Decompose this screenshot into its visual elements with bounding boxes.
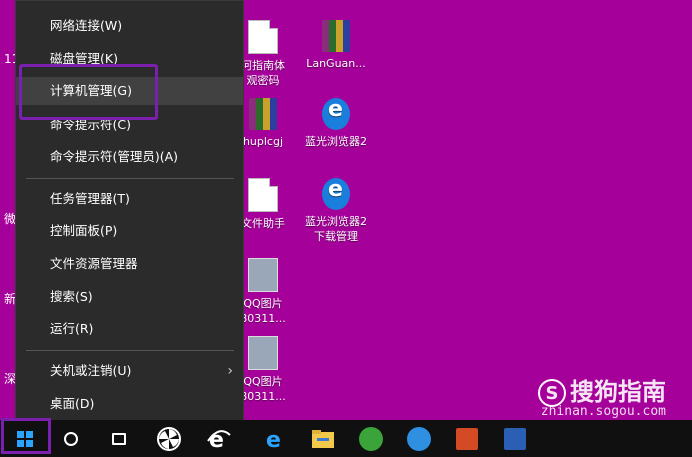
- svg-text:e: e: [266, 428, 281, 451]
- desktop-icon-languan[interactable]: LanGuan...: [295, 20, 377, 71]
- winrar-icon: [322, 20, 350, 52]
- taskbar-app-ie[interactable]: e: [198, 420, 240, 457]
- desktop-icon-browser-download[interactable]: 蓝光浏览器2 下载管理: [295, 178, 377, 244]
- desktop-icon-label: 蓝光浏览器2 下载管理: [305, 215, 367, 243]
- taskbar-app-sogou-browser[interactable]: [398, 420, 440, 457]
- document-icon: [248, 178, 278, 212]
- taskbar-app-word[interactable]: [494, 420, 536, 457]
- desktop-icon-label: QQ图片 80311...: [240, 375, 286, 403]
- desktop-icon-browser[interactable]: 蓝光浏览器2: [295, 98, 377, 149]
- menu-item-desktop[interactable]: 桌面(D): [16, 390, 243, 418]
- menu-separator: [26, 350, 234, 351]
- menu-item-search[interactable]: 搜索(S): [16, 283, 243, 311]
- chevron-right-icon: ›: [227, 363, 233, 379]
- pinwheel-app-icon: [157, 426, 181, 451]
- sogou-browser-icon: [407, 426, 431, 451]
- menu-item-label: 关机或注销(U): [50, 363, 132, 378]
- watermark-text: 搜狗指南: [570, 378, 666, 406]
- ie-icon: e: [207, 428, 231, 451]
- taskbar: e e: [0, 420, 692, 457]
- search-circle-icon: [64, 431, 78, 446]
- menu-item-file-explorer[interactable]: 文件资源管理器: [16, 250, 243, 278]
- desktop-icon-label: 文件助手: [241, 217, 285, 230]
- desktop-icon-label: LanGuan...: [306, 57, 366, 70]
- edge-icon: e: [266, 428, 281, 451]
- watermark: S 搜狗指南: [538, 372, 666, 407]
- menu-separator: [26, 178, 234, 179]
- menu-item-control-panel[interactable]: 控制面板(P): [16, 217, 243, 245]
- task-view-button[interactable]: [98, 420, 140, 457]
- image-thumbnail-icon: [248, 258, 278, 292]
- menu-item-command-prompt-admin[interactable]: 命令提示符(管理员)(A): [16, 143, 243, 171]
- winrar-icon: [249, 98, 277, 130]
- taskbar-app-edge[interactable]: e: [254, 420, 296, 457]
- taskbar-app-powerpoint[interactable]: [446, 420, 488, 457]
- search-button[interactable]: [50, 420, 92, 457]
- annotation-start-highlight-box: [1, 418, 51, 454]
- word-icon: [504, 427, 526, 450]
- annotation-highlight-box: [19, 64, 158, 120]
- menu-item-shutdown-signout[interactable]: 关机或注销(U) ›: [16, 357, 243, 385]
- desktop-icon-label: QQ图片 80311...: [240, 297, 286, 325]
- powerpoint-icon: [456, 427, 478, 450]
- browser-green-icon: [359, 426, 383, 451]
- image-thumbnail-icon: [248, 336, 278, 370]
- desktop-icon-label: 蓝光浏览器2: [305, 135, 367, 148]
- sogou-logo-icon: S: [538, 379, 566, 407]
- desktop-icon-label: 河指南体 观密码: [241, 59, 285, 87]
- menu-item-network-connections[interactable]: 网络连接(W): [16, 12, 243, 40]
- taskbar-app-file-explorer[interactable]: [302, 420, 344, 457]
- ie-icon: [322, 178, 350, 210]
- ie-icon: [322, 98, 350, 130]
- watermark-url: zhinan.sogou.com: [540, 404, 666, 419]
- taskbar-app-pinwheel[interactable]: [148, 420, 190, 457]
- desktop-icon-label: huplcgj: [242, 135, 284, 148]
- document-icon: [248, 20, 278, 54]
- taskbar-app-green-browser[interactable]: [350, 420, 392, 457]
- menu-item-task-manager[interactable]: 任务管理器(T): [16, 185, 243, 213]
- file-explorer-icon: [312, 429, 334, 448]
- menu-item-run[interactable]: 运行(R): [16, 315, 243, 343]
- task-view-icon: [112, 432, 126, 445]
